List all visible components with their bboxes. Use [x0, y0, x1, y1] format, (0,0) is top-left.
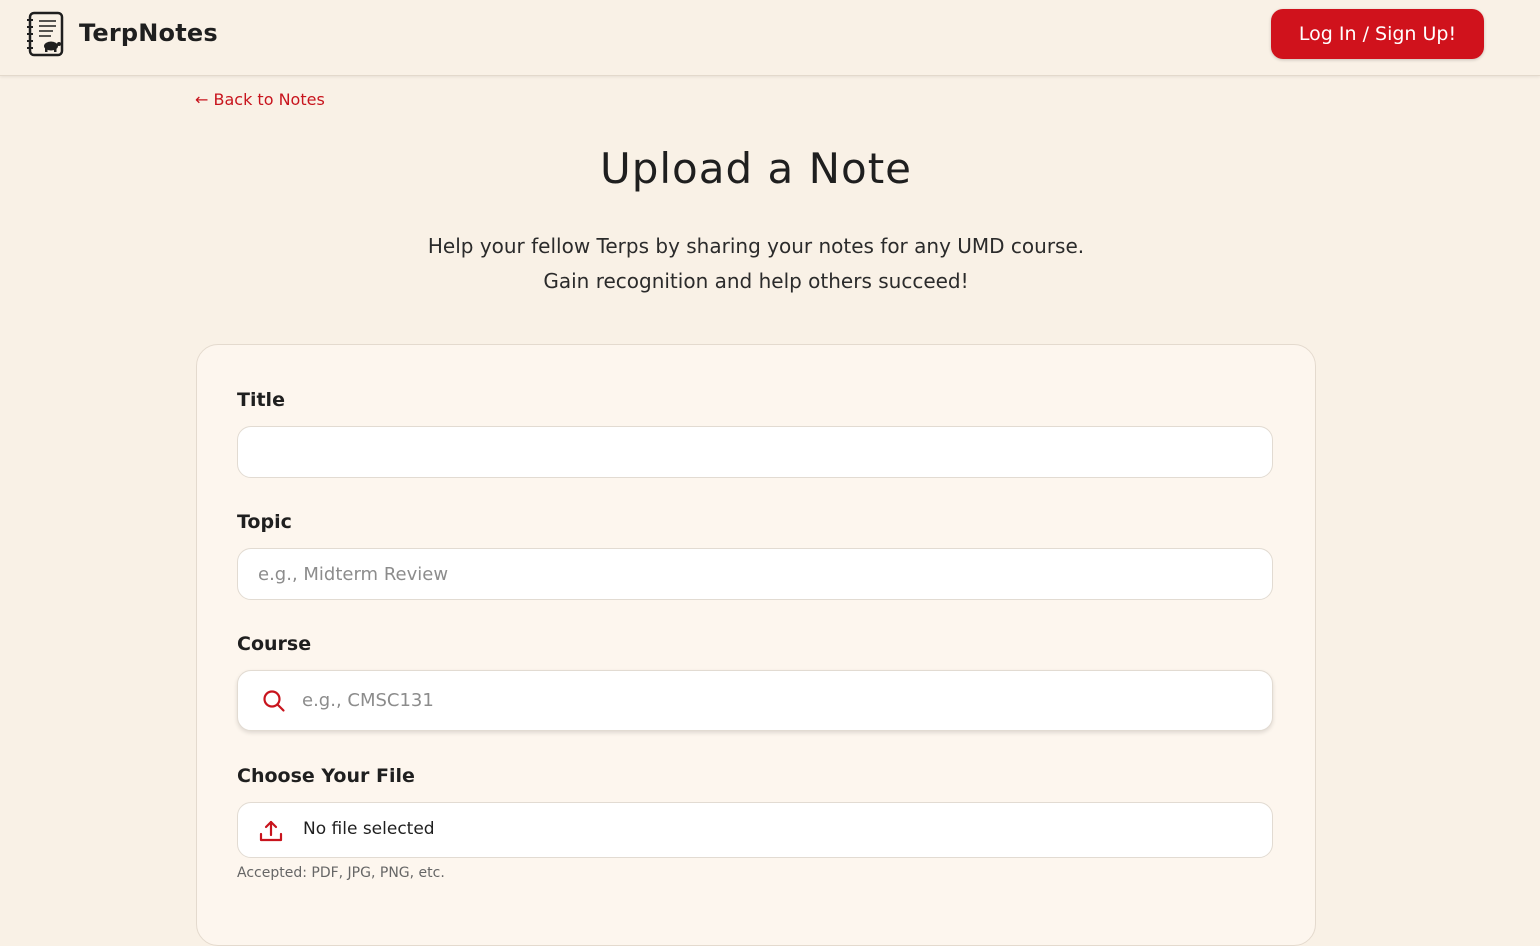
course-label: Course: [237, 633, 312, 655]
back-to-notes-link[interactable]: ← Back to Notes: [195, 90, 325, 109]
accepted-formats-note: Accepted: PDF, JPG, PNG, etc.: [237, 865, 445, 881]
search-icon: [263, 690, 285, 712]
notebook-logo-icon[interactable]: [25, 11, 65, 57]
subtitle-line-1: Help your fellow Terps by sharing your n…: [427, 234, 1085, 258]
subtitle-line-2: Gain recognition and help others succeed…: [543, 269, 969, 293]
topic-label: Topic: [237, 511, 292, 533]
page-subtitle: Help your fellow Terps by sharing your n…: [0, 229, 1512, 299]
title-field-box: [237, 426, 1273, 478]
top-header: TerpNotes Log In / Sign Up!: [0, 0, 1540, 76]
brand-name[interactable]: TerpNotes: [79, 19, 218, 47]
topic-field-box: [237, 548, 1273, 600]
file-status-text: No file selected: [303, 819, 435, 839]
course-field-box: [237, 670, 1273, 731]
upload-form-card: Title Topic Course Choose Your File No f…: [196, 344, 1316, 946]
course-search-input[interactable]: [238, 671, 1272, 730]
title-label: Title: [237, 389, 285, 411]
title-input[interactable]: [238, 427, 1272, 477]
upload-icon: [259, 820, 283, 842]
file-picker[interactable]: No file selected: [237, 802, 1273, 858]
login-signup-button[interactable]: Log In / Sign Up!: [1271, 9, 1484, 59]
page-title: Upload a Note: [599, 144, 913, 193]
file-label: Choose Your File: [237, 765, 415, 787]
topic-input[interactable]: [238, 549, 1272, 599]
